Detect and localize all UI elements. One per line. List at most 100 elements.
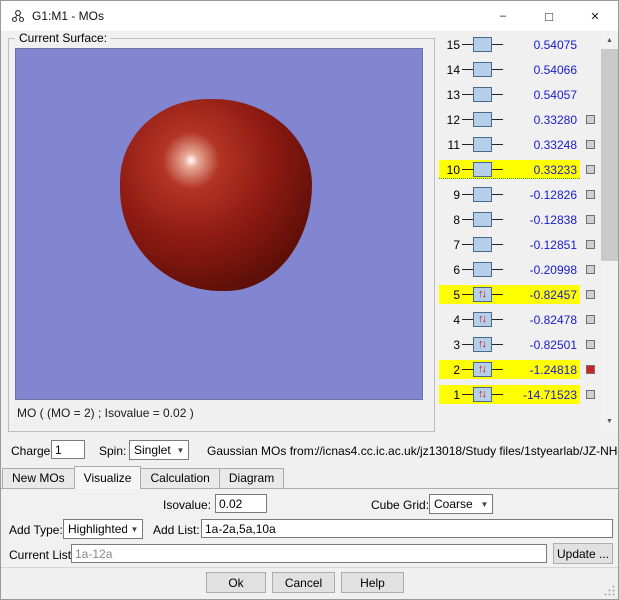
surface-caption: MO ( (MO = 2) ; Isovalue = 0.02 ) (17, 406, 194, 420)
add-type-dropdown[interactable]: Highlighted ▼ (63, 519, 143, 539)
tab-calculation[interactable]: Calculation (140, 468, 219, 488)
mo-row[interactable]: 5 ↑↓ -0.82457 (439, 282, 601, 307)
tab-new-mos[interactable]: New MOs (2, 468, 75, 488)
mo-orbital-box[interactable] (473, 87, 492, 102)
mo-orbital-box[interactable] (473, 112, 492, 127)
current-surface-label: Current Surface: (15, 31, 111, 45)
mo-energy: -1.24818 (505, 363, 577, 377)
mo-checkbox[interactable] (586, 365, 595, 374)
mo-energy: -0.20998 (505, 263, 577, 277)
mo-level-line (492, 294, 503, 295)
mo-orbital-box[interactable]: ↑↓ (473, 312, 492, 327)
mo-checkbox[interactable] (586, 215, 595, 224)
mo-level-line (462, 344, 473, 345)
mo-row[interactable]: 2 ↑↓ -1.24818 (439, 357, 601, 382)
mo-row[interactable]: 4 ↑↓ -0.82478 (439, 307, 601, 332)
mo-level-line (492, 369, 503, 370)
minimize-button[interactable]: – (480, 1, 526, 31)
mo-row[interactable]: 9 -0.12826 (439, 182, 601, 207)
cube-grid-dropdown[interactable]: Coarse ▼ (429, 494, 493, 514)
mo-number: 13 (440, 88, 460, 102)
mo-orbital-box[interactable] (473, 237, 492, 252)
charge-input[interactable] (51, 440, 85, 459)
mo-orbital-box[interactable] (473, 137, 492, 152)
mo-energy: 0.33233 (505, 163, 577, 177)
mo-level-line (462, 294, 473, 295)
mo-row[interactable]: 1 ↑↓ -14.71523 (439, 382, 601, 407)
tab-diagram[interactable]: Diagram (219, 468, 284, 488)
mo-number: 15 (440, 38, 460, 52)
titlebar[interactable]: G1:M1 - MOs – □ ✕ (1, 1, 618, 31)
mo-row[interactable]: 13 0.54057 (439, 82, 601, 107)
maximize-button[interactable]: □ (526, 1, 572, 31)
mo-level-line (492, 244, 503, 245)
mo-checkbox[interactable] (586, 265, 595, 274)
isovalue-input[interactable] (215, 494, 267, 513)
mo-checkbox[interactable] (586, 315, 595, 324)
mo-row[interactable]: 8 -0.12838 (439, 207, 601, 232)
source-path: //icnas4.cc.ic.ac.uk/jz13018/Study files… (316, 444, 619, 458)
mo-energy: 0.54057 (505, 88, 577, 102)
tab-visualize[interactable]: Visualize (74, 466, 142, 489)
mo-orbital-box[interactable] (473, 187, 492, 202)
add-type-value: Highlighted (64, 522, 127, 536)
mo-level-line (492, 269, 503, 270)
mo-row[interactable]: 10 0.33233 (439, 157, 601, 182)
mo-list-scrollbar[interactable]: ▲ ▼ (601, 32, 618, 430)
mo-number: 10 (440, 163, 460, 177)
mo-number: 9 (440, 188, 460, 202)
mo-checkbox[interactable] (586, 240, 595, 249)
mo-row[interactable]: 15 0.54075 (439, 32, 601, 57)
chevron-down-icon: ▼ (477, 500, 492, 509)
mo-number: 8 (440, 213, 460, 227)
source-label: Gaussian MOs from: (207, 444, 317, 458)
mo-level-line (462, 319, 473, 320)
mo-checkbox[interactable] (586, 190, 595, 199)
scroll-down-icon[interactable]: ▼ (601, 413, 618, 430)
mo-row[interactable]: 11 0.33248 (439, 132, 601, 157)
update-button[interactable]: Update ... (553, 543, 613, 564)
mo-row[interactable]: 7 -0.12851 (439, 232, 601, 257)
mo-energy: 0.54066 (505, 63, 577, 77)
charge-label: Charge: (11, 444, 54, 458)
mo-orbital-box[interactable]: ↑↓ (473, 362, 492, 377)
help-button[interactable]: Help (341, 572, 404, 593)
mo-energy: -0.12851 (505, 238, 577, 252)
mo-orbital-box[interactable] (473, 37, 492, 52)
mo-checkbox[interactable] (586, 390, 595, 399)
mo-checkbox[interactable] (586, 140, 595, 149)
mo-orbital-box[interactable] (473, 262, 492, 277)
app-icon (10, 8, 26, 24)
resize-grip-icon[interactable] (603, 584, 616, 597)
surface-3d-viewport[interactable] (15, 48, 423, 400)
mo-row[interactable]: 6 -0.20998 (439, 257, 601, 282)
mo-checkbox[interactable] (586, 340, 595, 349)
scrollbar-thumb[interactable] (601, 49, 618, 261)
mo-orbital-box[interactable] (473, 212, 492, 227)
mo-orbital-box[interactable] (473, 162, 492, 177)
add-list-input[interactable] (201, 519, 613, 538)
mo-level-line (492, 44, 503, 45)
mo-orbital-box[interactable]: ↑↓ (473, 387, 492, 402)
mo-row[interactable]: 14 0.54066 (439, 57, 601, 82)
mo-checkbox[interactable] (586, 165, 595, 174)
mo-orbital-box[interactable]: ↑↓ (473, 337, 492, 352)
scroll-up-icon[interactable]: ▲ (601, 32, 618, 49)
chevron-down-icon: ▼ (173, 446, 188, 455)
mo-checkbox[interactable] (586, 290, 595, 299)
mo-row[interactable]: 12 0.33280 (439, 107, 601, 132)
mo-checkbox[interactable] (586, 115, 595, 124)
spin-dropdown[interactable]: Singlet ▼ (129, 440, 189, 460)
mo-energy: 0.33248 (505, 138, 577, 152)
close-button[interactable]: ✕ (572, 1, 618, 31)
mo-level-line (462, 244, 473, 245)
mo-orbital-box[interactable]: ↑↓ (473, 287, 492, 302)
mo-number: 7 (440, 238, 460, 252)
mo-row[interactable]: 3 ↑↓ -0.82501 (439, 332, 601, 357)
mo-surface-blob (120, 99, 312, 291)
add-list-label: Add List: (153, 523, 200, 537)
cancel-button[interactable]: Cancel (272, 572, 335, 593)
mo-orbital-box[interactable] (473, 62, 492, 77)
ok-button[interactable]: Ok (206, 572, 266, 593)
mo-energy: -0.82457 (505, 288, 577, 302)
